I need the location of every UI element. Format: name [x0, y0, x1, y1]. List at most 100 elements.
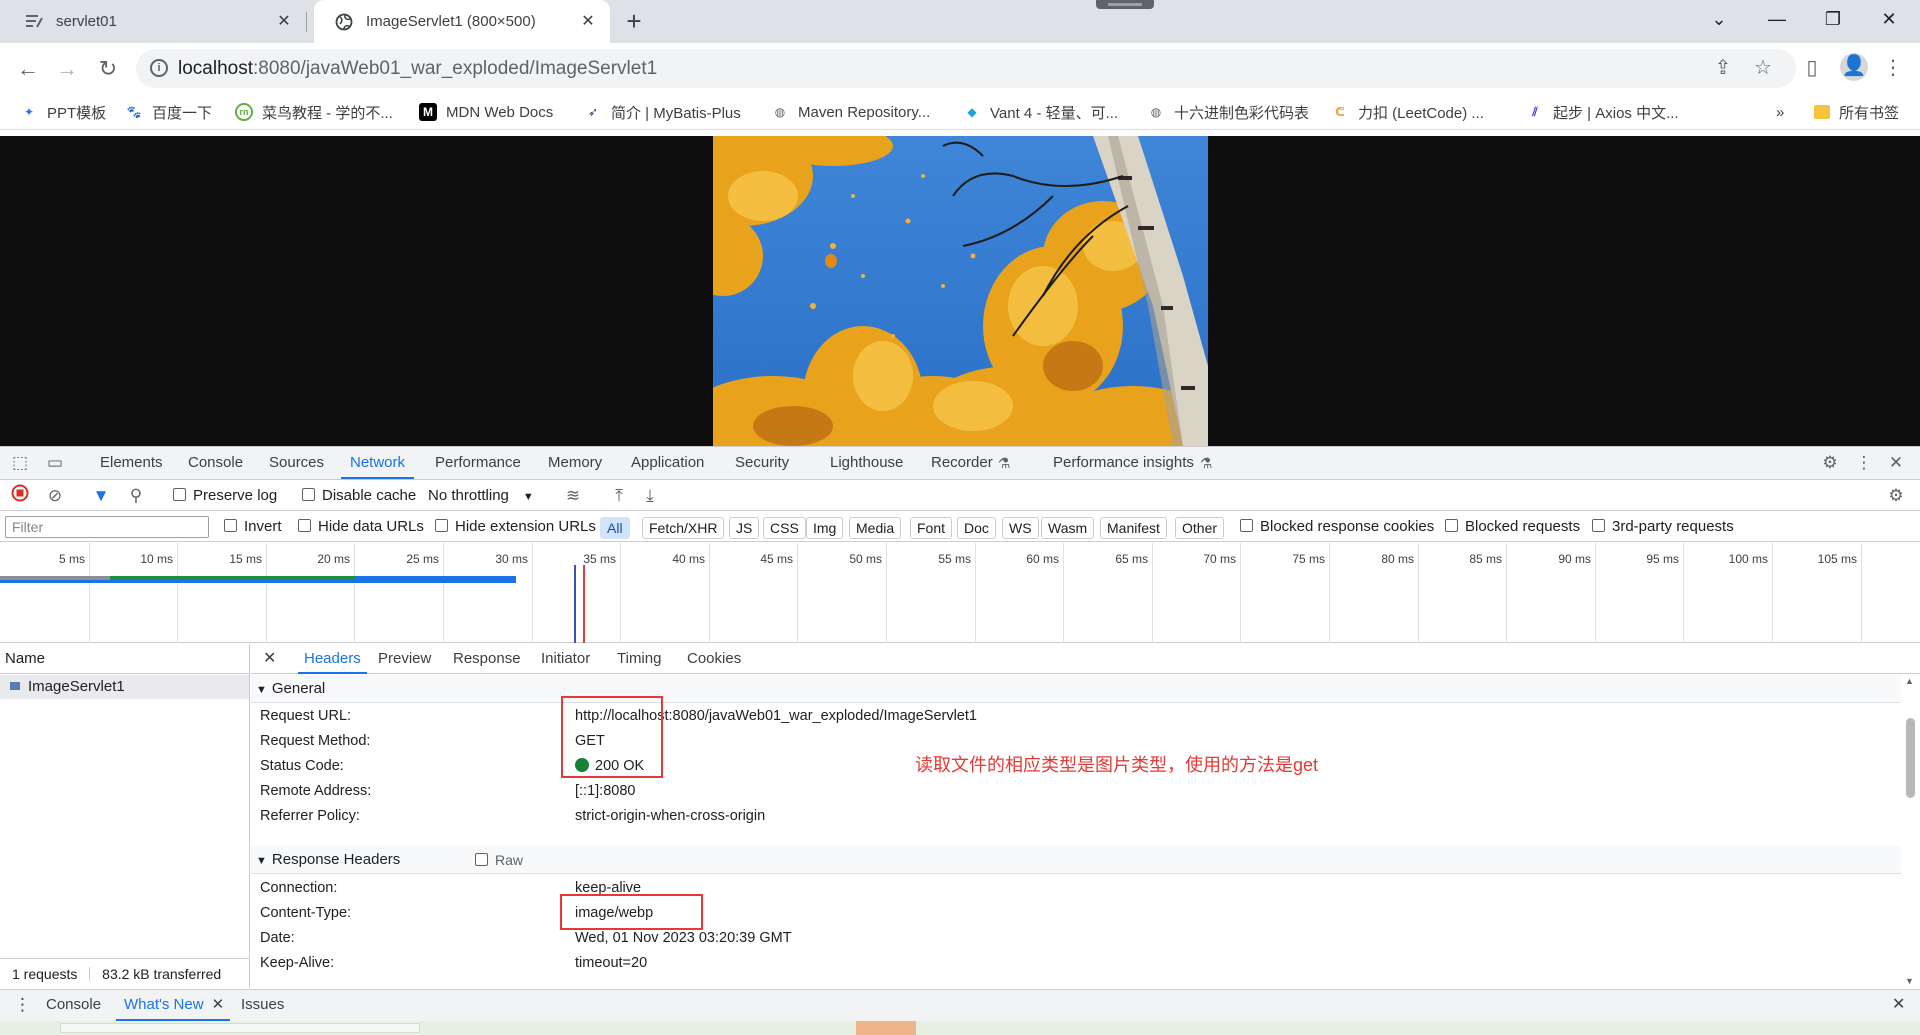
- close-tab-icon[interactable]: ✕: [578, 12, 598, 32]
- scroll-down-arrow-icon[interactable]: ▼: [1905, 976, 1914, 986]
- blocked-response-cookies-checkbox[interactable]: Blocked response cookies: [1240, 518, 1434, 535]
- forward-icon[interactable]: →: [51, 53, 83, 85]
- name-column-header[interactable]: Name: [0, 644, 249, 674]
- bookmark-item[interactable]: ᕦ 力扣 (LeetCode) ...: [1331, 101, 1484, 123]
- throttling-select[interactable]: No throttling ▼: [428, 487, 534, 504]
- type-filter-media[interactable]: Media: [849, 517, 902, 539]
- hide-extension-urls-checkbox[interactable]: Hide extension URLs: [435, 518, 596, 535]
- raw-checkbox[interactable]: Raw: [475, 852, 523, 868]
- drawer-tab-issues[interactable]: Issues: [241, 990, 284, 1021]
- detail-tab-timing[interactable]: Timing: [617, 644, 661, 674]
- new-tab-icon[interactable]: +: [620, 8, 648, 36]
- type-filter-font[interactable]: Font: [910, 517, 953, 539]
- invert-checkbox[interactable]: Invert: [224, 518, 282, 535]
- minimize-icon[interactable]: —: [1754, 0, 1800, 38]
- type-filter-css[interactable]: CSS: [763, 517, 806, 539]
- export-har-icon[interactable]: ⤓: [638, 484, 662, 508]
- filter-funnel-icon[interactable]: ▼: [89, 484, 113, 508]
- devtools-tab-memory[interactable]: Memory: [548, 447, 602, 479]
- site-info-icon[interactable]: i: [150, 59, 168, 77]
- url-text[interactable]: localhost:8080/javaWeb01_war_exploded/Im…: [178, 58, 657, 80]
- share-icon[interactable]: ⇪: [1710, 55, 1736, 81]
- bookmark-item[interactable]: ◍ Maven Repository...: [771, 101, 931, 123]
- scroll-up-arrow-icon[interactable]: ▲: [1905, 676, 1914, 686]
- record-stop-icon[interactable]: [8, 484, 32, 508]
- more-bookmarks-chevron-icon[interactable]: »: [1776, 101, 1784, 123]
- devtools-tab-network[interactable]: Network: [341, 447, 415, 479]
- tab-search-chevron-icon[interactable]: ⌄: [1696, 0, 1742, 38]
- devtools-tab-elements[interactable]: Elements: [100, 447, 163, 479]
- type-filter-all[interactable]: All: [600, 517, 630, 539]
- devtools-tab-sources[interactable]: Sources: [269, 447, 324, 479]
- import-har-icon[interactable]: ⤒: [607, 484, 631, 508]
- type-filter-img[interactable]: Img: [806, 517, 844, 539]
- bookmark-item[interactable]: ✦ PPT模板: [20, 101, 106, 123]
- devtools-close-icon[interactable]: ✕: [1884, 451, 1908, 475]
- devtools-menu-icon[interactable]: ⋮: [1852, 451, 1876, 475]
- devtools-tab-lighthouse[interactable]: Lighthouse: [830, 447, 903, 479]
- search-icon[interactable]: ⚲: [124, 484, 148, 508]
- type-filter-wasm[interactable]: Wasm: [1041, 517, 1095, 539]
- back-icon[interactable]: ←: [12, 53, 44, 85]
- clear-icon[interactable]: ⊘: [43, 484, 67, 508]
- request-row[interactable]: ImageServlet1: [0, 675, 249, 699]
- type-filter-js[interactable]: JS: [729, 517, 760, 539]
- devtools-tab-recorder[interactable]: Recorder: [931, 447, 993, 479]
- bookmark-item[interactable]: ⫽ 起步 | Axios 中文...: [1526, 101, 1678, 123]
- device-toolbar-icon[interactable]: ▭: [43, 451, 67, 475]
- third-party-requests-checkbox[interactable]: 3rd-party requests: [1592, 518, 1734, 535]
- detail-tab-response[interactable]: Response: [453, 644, 521, 674]
- detail-tab-headers[interactable]: Headers: [298, 644, 367, 674]
- close-tab-icon[interactable]: ✕: [274, 12, 294, 32]
- type-filter-manifest[interactable]: Manifest: [1100, 517, 1167, 539]
- bookmark-item[interactable]: 🐾 百度一下: [125, 101, 213, 123]
- devtools-tab-performance-insights[interactable]: Performance insights: [1053, 447, 1194, 479]
- detail-tab-cookies[interactable]: Cookies: [687, 644, 741, 674]
- network-timeline-overview[interactable]: 5 ms 10 ms 15 ms 20 ms 25 ms 30 ms 35 ms 40 ms 4…: [0, 543, 1920, 643]
- devtools-tab-performance[interactable]: Performance: [435, 447, 521, 479]
- type-filter-doc[interactable]: Doc: [957, 517, 996, 539]
- tab-servlet01[interactable]: servlet01 ✕: [4, 0, 307, 43]
- preserve-log-checkbox[interactable]: Preserve log: [173, 487, 277, 504]
- detail-scrollbar[interactable]: ▲ ▼: [1903, 676, 1917, 986]
- disable-cache-checkbox[interactable]: Disable cache: [302, 487, 416, 504]
- close-drawer-tab-icon[interactable]: ✕: [212, 996, 225, 1013]
- reload-icon[interactable]: ↻: [92, 53, 124, 85]
- browser-menu-icon[interactable]: ⋮: [1880, 55, 1906, 81]
- bookmark-item[interactable]: M MDN Web Docs: [419, 101, 553, 123]
- general-section-header[interactable]: ▼ General: [251, 675, 1901, 703]
- bookmark-item[interactable]: rn 菜鸟教程 - 学的不...: [235, 101, 393, 123]
- detail-tab-preview[interactable]: Preview: [378, 644, 431, 674]
- bookmark-item[interactable]: ◆ Vant 4 - 轻量、可...: [963, 101, 1118, 123]
- drawer-tab-console[interactable]: Console: [46, 990, 101, 1021]
- bookmark-item[interactable]: ◍ 十六进制色彩代码表: [1147, 101, 1309, 123]
- type-filter-ws[interactable]: WS: [1002, 517, 1039, 539]
- all-bookmarks-folder[interactable]: 所有书签: [1814, 101, 1899, 123]
- filter-input[interactable]: Filter: [5, 516, 209, 538]
- network-settings-gear-icon[interactable]: ⚙: [1884, 484, 1908, 508]
- response-headers-section-header[interactable]: ▼ Response Headers Raw: [251, 846, 1901, 874]
- profile-avatar-icon[interactable]: 👤: [1840, 53, 1868, 81]
- close-detail-icon[interactable]: ✕: [263, 644, 276, 674]
- blocked-requests-checkbox[interactable]: Blocked requests: [1445, 518, 1580, 535]
- inspect-element-icon[interactable]: ⬚: [8, 451, 32, 475]
- maximize-icon[interactable]: ❐: [1810, 0, 1856, 38]
- devtools-settings-gear-icon[interactable]: ⚙: [1818, 451, 1842, 475]
- detail-tab-initiator[interactable]: Initiator: [541, 644, 590, 674]
- tab-imageservlet1[interactable]: ImageServlet1 (800×500) ✕: [314, 0, 610, 43]
- close-drawer-icon[interactable]: ✕: [1892, 990, 1905, 1021]
- address-bar[interactable]: i localhost:8080/javaWeb01_war_exploded/…: [136, 49, 1796, 88]
- devtools-tab-console[interactable]: Console: [188, 447, 243, 479]
- hide-data-urls-checkbox[interactable]: Hide data URLs: [298, 518, 424, 535]
- close-window-icon[interactable]: ✕: [1866, 0, 1912, 38]
- scrollbar-thumb[interactable]: [1906, 718, 1915, 798]
- type-filter-other[interactable]: Other: [1175, 517, 1225, 539]
- network-conditions-icon[interactable]: ≋: [561, 484, 585, 508]
- devtools-tab-application[interactable]: Application: [631, 447, 704, 479]
- drawer-menu-icon[interactable]: ⋮: [14, 990, 31, 1021]
- drawer-tab-whats-new[interactable]: What's New ✕: [116, 990, 231, 1021]
- type-filter-fetch-xhr[interactable]: Fetch/XHR: [642, 517, 725, 539]
- bookmark-item[interactable]: ➶ 简介 | MyBatis-Plus: [584, 101, 741, 123]
- side-panel-icon[interactable]: ▯: [1799, 55, 1825, 81]
- devtools-tab-security[interactable]: Security: [735, 447, 789, 479]
